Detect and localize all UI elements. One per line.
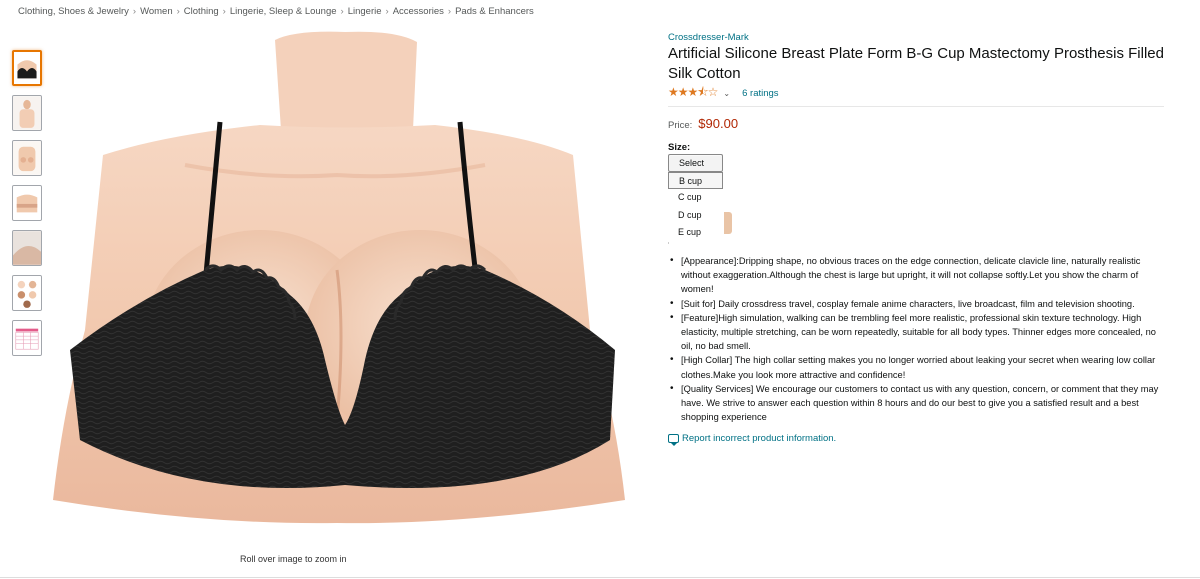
feature-bullet: [Quality Services] We encourage our cust…	[668, 382, 1168, 425]
main-product-image[interactable]	[45, 30, 630, 530]
product-title: Artificial Silicone Breast Plate Form B-…	[668, 45, 1164, 82]
feature-bullet: [High Collar] The high collar setting ma…	[668, 353, 1168, 381]
thumbnail-model[interactable]	[12, 95, 42, 131]
size-option-e-cup[interactable]: E cup	[668, 224, 723, 242]
size-dropdown[interactable]: Select B cup C cup D cup E cup	[668, 154, 723, 242]
product-info: Crossdresser-Mark Artificial Silicone Br…	[668, 32, 1168, 446]
breadcrumb-separator: ›	[222, 6, 226, 17]
breadcrumb-link[interactable]: Clothing	[184, 6, 219, 17]
speech-bubble-icon	[668, 434, 679, 446]
size-option-d-cup[interactable]: D cup	[668, 206, 723, 224]
thumbnail-detail[interactable]	[12, 230, 42, 266]
price-label: Price:	[668, 120, 693, 131]
thumbnail-front[interactable]	[12, 50, 42, 86]
price-row: Price: $90.00	[668, 116, 1168, 131]
bottom-divider	[0, 577, 1200, 578]
thumbnail-back[interactable]	[12, 185, 42, 221]
feature-bullets: [Appearance]:Dripping shape, no obvious …	[668, 254, 1168, 424]
feature-bullet: [Appearance]:Dripping shape, no obvious …	[668, 254, 1168, 297]
breadcrumb-separator: ›	[385, 6, 389, 17]
feature-bullet: [Feature]High simulation, walking can be…	[668, 311, 1168, 354]
thumbnail-strip	[12, 50, 44, 365]
breadcrumb-link[interactable]: Clothing, Shoes & Jewelry	[18, 6, 129, 17]
thumbnail-colors[interactable]	[12, 275, 42, 311]
size-label: Size:	[668, 142, 691, 153]
rating-row: ★★★⯪☆ ⌄ 6 ratings	[668, 85, 1168, 101]
report-incorrect-info-link[interactable]: Report incorrect product information.	[668, 433, 836, 446]
hidden-button-edge	[724, 212, 732, 234]
breadcrumb-link[interactable]: Lingerie, Sleep & Lounge	[230, 6, 337, 17]
star-rating-icon[interactable]: ★★★⯪☆	[668, 83, 718, 104]
breadcrumb-link[interactable]: Lingerie	[348, 6, 382, 17]
feature-bullet: [Suit for] Daily crossdress travel, cosp…	[668, 297, 1168, 311]
breadcrumb-link[interactable]: Accessories	[393, 6, 444, 17]
breadcrumb-separator: ›	[132, 6, 137, 17]
thumbnail-side[interactable]	[12, 140, 42, 176]
breadcrumb-link[interactable]: Women	[140, 6, 173, 17]
report-link-text[interactable]: Report incorrect product information.	[682, 433, 836, 444]
ratings-count-link[interactable]: 6 ratings	[742, 88, 778, 99]
brand-link[interactable]: Crossdresser-Mark	[668, 32, 1168, 43]
thumbnail-size-chart[interactable]	[12, 320, 42, 356]
zoom-hint: Roll over image to zoom in	[240, 554, 347, 564]
breadcrumb-separator: ›	[447, 6, 452, 17]
breadcrumb-link[interactable]: Pads & Enhancers	[455, 6, 534, 17]
chevron-down-icon[interactable]: ⌄	[723, 89, 730, 98]
size-option-b-cup[interactable]: B cup	[668, 171, 723, 189]
size-option-select[interactable]: Select	[668, 154, 723, 172]
breadcrumb: Clothing, Shoes & Jewelry › Women › Clothing…	[18, 6, 534, 17]
breadcrumb-separator: ›	[176, 6, 180, 17]
price-value: $90.00	[698, 116, 739, 131]
divider	[668, 106, 1164, 107]
size-option-c-cup[interactable]: C cup	[668, 189, 723, 207]
breadcrumb-separator: ›	[340, 6, 344, 17]
